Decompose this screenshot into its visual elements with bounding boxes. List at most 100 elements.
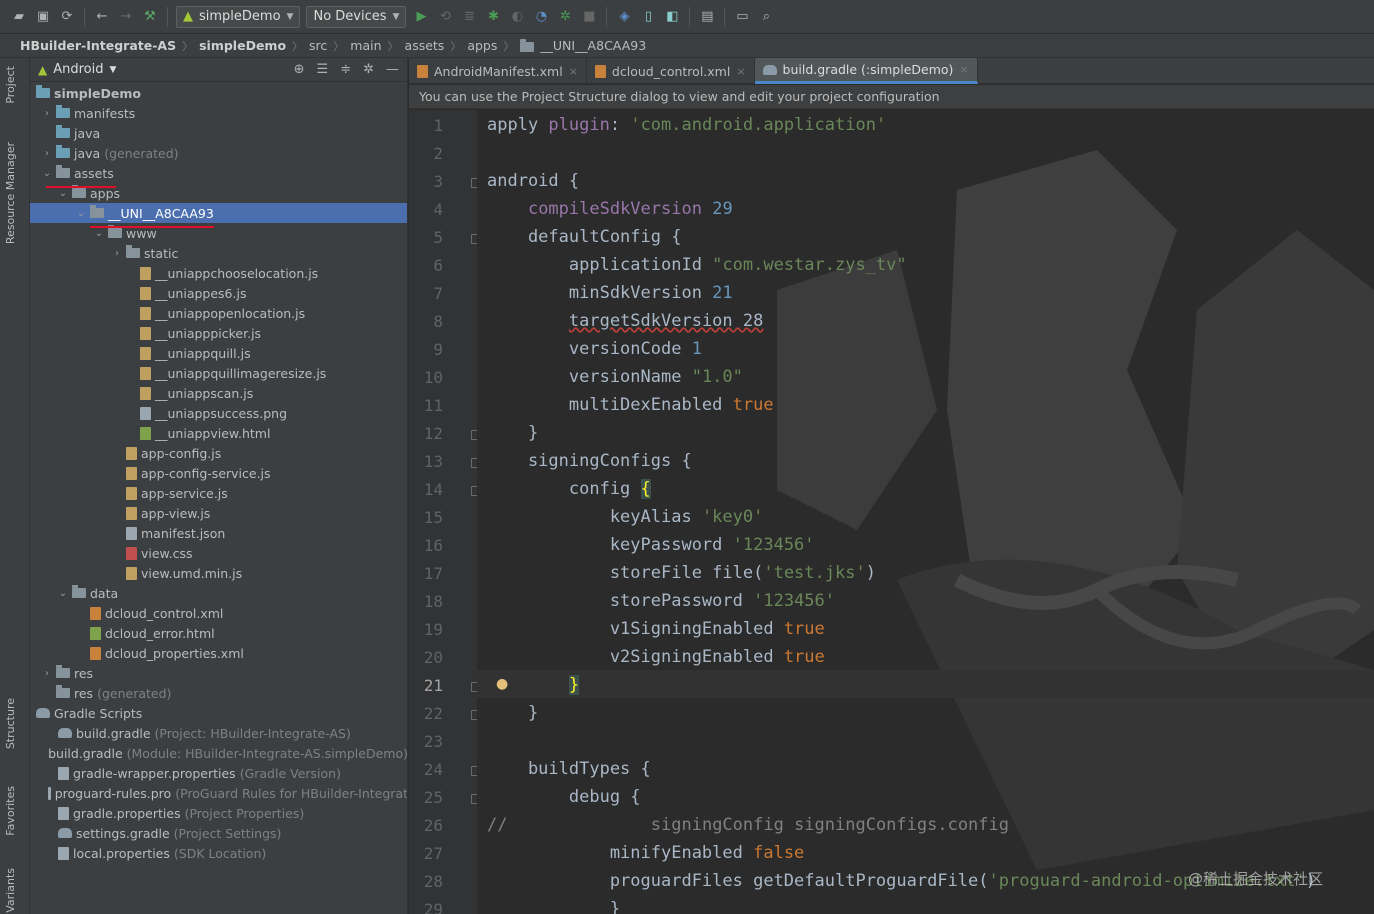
- hide-icon[interactable]: —: [386, 62, 399, 77]
- tree-item[interactable]: dcloud_error.html: [30, 623, 407, 643]
- locate-icon[interactable]: ⊕: [294, 62, 305, 77]
- gradle-sync-icon[interactable]: ◈: [615, 8, 633, 26]
- presentation-mode-icon[interactable]: ▭: [733, 8, 751, 26]
- tool-tab-favorites[interactable]: Favorites: [4, 786, 17, 836]
- apply-changes-icon[interactable]: ⟲: [436, 8, 454, 26]
- close-icon[interactable]: ×: [569, 65, 578, 78]
- lightbulb-icon[interactable]: ●: [496, 676, 508, 692]
- debug-icon[interactable]: ✱: [484, 8, 502, 26]
- tree-item[interactable]: ⌄ assets: [30, 163, 407, 183]
- tree-item[interactable]: › res: [30, 663, 407, 683]
- tree-item[interactable]: __uniappquillimageresize.js: [30, 363, 407, 383]
- breadcrumb-current[interactable]: __UNI__A8CAA93: [540, 38, 646, 53]
- device-combo[interactable]: No Devices ▼: [306, 5, 407, 28]
- close-icon[interactable]: ×: [959, 63, 968, 76]
- tree-item[interactable]: ⌄ www: [30, 223, 407, 243]
- line-number: 10: [423, 368, 443, 387]
- tree-item[interactable]: app-config-service.js: [30, 463, 407, 483]
- forward-icon[interactable]: →: [117, 8, 135, 26]
- chevron-right-icon[interactable]: ›: [110, 248, 124, 259]
- tree-item[interactable]: proguard-rules.pro (ProGuard Rules for HB…: [30, 783, 407, 803]
- tree-item[interactable]: gradle.properties (Project Properties): [30, 803, 407, 823]
- tool-tab-project[interactable]: Project: [4, 66, 17, 104]
- tree-item[interactable]: dcloud_control.xml: [30, 603, 407, 623]
- search-icon[interactable]: ⌕: [757, 8, 775, 26]
- tree-item[interactable]: gradle-wrapper.properties (Gradle Version…: [30, 763, 407, 783]
- build-hammer-icon[interactable]: ⚒: [141, 8, 159, 26]
- chevron-down-icon[interactable]: ⌄: [56, 588, 70, 599]
- breadcrumb-item[interactable]: apps: [467, 38, 497, 53]
- view-selector[interactable]: Android: [53, 62, 103, 77]
- tree-item[interactable]: java: [30, 123, 407, 143]
- tree-item[interactable]: settings.gradle (Project Settings): [30, 823, 407, 843]
- tree-item[interactable]: build.gradle (Project: HBuilder-Integrate…: [30, 723, 407, 743]
- tree-item[interactable]: __uniappsuccess.png: [30, 403, 407, 423]
- tree-item[interactable]: local.properties (SDK Location): [30, 843, 407, 863]
- breadcrumb-item[interactable]: main: [350, 38, 381, 53]
- tree-item[interactable]: app-config.js: [30, 443, 407, 463]
- tool-tab-structure[interactable]: Structure: [4, 698, 17, 749]
- close-icon[interactable]: ×: [736, 65, 745, 78]
- tree-item[interactable]: Gradle Scripts: [30, 703, 407, 723]
- tool-tab-variants[interactable]: Variants: [4, 868, 17, 913]
- tree-item[interactable]: app-service.js: [30, 483, 407, 503]
- chevron-right-icon[interactable]: ›: [40, 668, 54, 679]
- tree-item[interactable]: › static: [30, 243, 407, 263]
- tree-item-label: gradle.properties: [73, 805, 181, 821]
- chevron-down-icon[interactable]: ⌄: [40, 168, 54, 179]
- apply-code-changes-icon[interactable]: ≣: [460, 8, 478, 26]
- tree-item[interactable]: › manifests: [30, 103, 407, 123]
- chevron-right-icon[interactable]: ›: [40, 148, 54, 159]
- tree-item[interactable]: __uniappopenlocation.js: [30, 303, 407, 323]
- sync-icon[interactable]: ⟳: [58, 8, 76, 26]
- save-icon[interactable]: ▣: [34, 8, 52, 26]
- tree-item[interactable]: __uniappscan.js: [30, 383, 407, 403]
- tree-item[interactable]: __uniapppicker.js: [30, 323, 407, 343]
- code-editor[interactable]: apply plugin: 'com.android.application' a…: [477, 110, 1374, 914]
- tree-item[interactable]: __uniappquill.js: [30, 343, 407, 363]
- sdk-manager-icon[interactable]: ◧: [663, 8, 681, 26]
- project-structure-icon[interactable]: ▤: [698, 8, 716, 26]
- chevron-down-icon[interactable]: ⌄: [56, 188, 70, 199]
- tree-item[interactable]: simpleDemo: [30, 83, 407, 103]
- open-folder-icon[interactable]: ▰: [10, 8, 28, 26]
- tool-tab-resource-manager[interactable]: Resource Manager: [4, 142, 17, 244]
- tree-item[interactable]: res (generated): [30, 683, 407, 703]
- collapse-all-icon[interactable]: ≑: [340, 62, 351, 77]
- coverage-icon[interactable]: ◐: [508, 8, 526, 26]
- tree-item[interactable]: __uniappview.html: [30, 423, 407, 443]
- tree-item[interactable]: ⌄ __UNI__A8CAA93: [30, 203, 407, 223]
- attach-debugger-icon[interactable]: ✲: [556, 8, 574, 26]
- breadcrumb-project[interactable]: HBuilder-Integrate-AS: [20, 38, 176, 53]
- run-icon[interactable]: ▶: [412, 8, 430, 26]
- run-config-combo[interactable]: ▲ simpleDemo ▼: [176, 5, 301, 28]
- tree-item[interactable]: __uniappes6.js: [30, 283, 407, 303]
- tree-item[interactable]: app-view.js: [30, 503, 407, 523]
- avd-manager-icon[interactable]: ▯: [639, 8, 657, 26]
- tree-item[interactable]: dcloud_properties.xml: [30, 643, 407, 663]
- profile-icon[interactable]: ◔: [532, 8, 550, 26]
- breadcrumb-item[interactable]: assets: [405, 38, 445, 53]
- gear-icon[interactable]: ✲: [363, 62, 374, 77]
- chevron-down-icon[interactable]: ⌄: [74, 208, 88, 219]
- folder-icon: [90, 205, 104, 218]
- tree-item[interactable]: manifest.json: [30, 523, 407, 543]
- chevron-down-icon[interactable]: ▼: [110, 65, 117, 75]
- chevron-down-icon[interactable]: ⌄: [92, 228, 106, 239]
- stop-icon[interactable]: ■: [580, 8, 598, 26]
- expand-all-icon[interactable]: ☰: [317, 62, 329, 77]
- chevron-right-icon[interactable]: ›: [40, 108, 54, 119]
- tree-item[interactable]: view.umd.min.js: [30, 563, 407, 583]
- breadcrumb-separator: 〉: [387, 39, 399, 53]
- breadcrumb-item[interactable]: src: [309, 38, 327, 53]
- editor-tab[interactable]: build.gradle (:simpleDemo) ×: [754, 58, 978, 84]
- editor-tab[interactable]: AndroidManifest.xml ×: [409, 58, 587, 84]
- tree-item[interactable]: view.css: [30, 543, 407, 563]
- back-icon[interactable]: ←: [93, 8, 111, 26]
- editor-tab[interactable]: dcloud_control.xml ×: [587, 58, 755, 84]
- tree-item[interactable]: __uniappchooselocation.js: [30, 263, 407, 283]
- tree-item[interactable]: › java (generated): [30, 143, 407, 163]
- tree-item[interactable]: build.gradle (Module: HBuilder-Integrate-…: [30, 743, 407, 763]
- tree-item[interactable]: ⌄ data: [30, 583, 407, 603]
- breadcrumb-module[interactable]: simpleDemo: [199, 38, 286, 53]
